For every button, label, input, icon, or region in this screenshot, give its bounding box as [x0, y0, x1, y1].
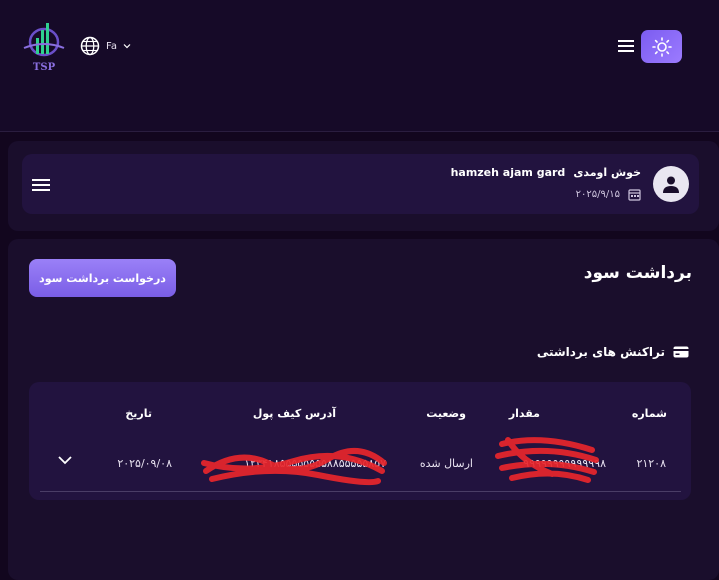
page-title: برداشت سود	[583, 263, 692, 283]
menu-icon[interactable]	[618, 39, 634, 53]
menu-icon[interactable]	[32, 178, 50, 192]
globe-icon	[80, 36, 100, 56]
user-date: ۲۰۲۵/۹/۱۵	[576, 188, 641, 201]
redaction-scribble-amount	[495, 437, 599, 483]
greeting-text: خوش اومدی	[573, 166, 641, 179]
redaction-scribble-wallet	[201, 447, 387, 486]
sun-icon	[651, 36, 672, 57]
logo-text: TSP	[33, 62, 56, 72]
cell-date: ۲۰۲۵/۰۹/۰۸	[117, 457, 172, 470]
cell-number: ۲۱۲۰۸	[636, 457, 666, 470]
language-selector[interactable]: Fa	[80, 36, 131, 56]
section-title: تراکنش های برداشتی	[537, 345, 689, 359]
column-header-status: وضعیت	[426, 407, 466, 420]
column-header-date: تاریخ	[125, 407, 152, 420]
avatar[interactable]	[653, 166, 689, 202]
column-header-number: شماره	[631, 407, 667, 420]
section-title-text: تراکنش های برداشتی	[536, 345, 665, 359]
user-card: خوش اومدی hamzeh ajam gard ۲۰۲۵/۹/۱۵	[22, 154, 699, 214]
language-code: Fa	[106, 40, 117, 52]
card-icon	[673, 346, 689, 358]
top-bar	[0, 0, 719, 132]
tsp-logo[interactable]: TSP	[22, 18, 68, 72]
row-divider	[40, 491, 681, 492]
user-icon	[663, 176, 679, 193]
request-withdraw-button[interactable]: درخواست برداشت سود	[29, 259, 176, 297]
current-date: ۲۰۲۵/۹/۱۵	[575, 189, 620, 200]
chevron-down-icon[interactable]	[57, 455, 73, 465]
column-header-amount: مقدار	[508, 407, 540, 420]
calendar-icon	[628, 189, 641, 201]
column-header-wallet: آدرس کیف پول	[252, 407, 336, 420]
greeting: خوش اومدی hamzeh ajam gard	[451, 166, 641, 179]
theme-toggle-button[interactable]	[641, 30, 682, 63]
cell-status: ارسال شده	[419, 457, 473, 470]
user-name: hamzeh ajam gard	[450, 166, 566, 179]
chevron-down-icon	[123, 44, 131, 49]
